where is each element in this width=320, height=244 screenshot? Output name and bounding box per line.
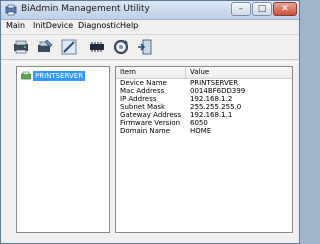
- cell-item: Gateway Address: [120, 111, 182, 119]
- column-header-item[interactable]: Item: [116, 67, 186, 78]
- cell-item: Subnet Mask: [120, 103, 166, 111]
- table-row[interactable]: Gateway Address 192.168.1.1: [116, 111, 292, 119]
- window-title: BiAdmin Management Utility: [21, 4, 150, 14]
- app-window: BiAdmin Management Utility – □ ✕ Main In…: [0, 0, 300, 244]
- menu-bar: Main InitDevice Diagnostic Help: [1, 20, 299, 34]
- device-tree[interactable]: PRINTSERVER: [16, 66, 110, 233]
- column-header-value[interactable]: Value: [186, 67, 292, 78]
- device-info-list[interactable]: Item Value Device Name PRINTSERVER Mac A…: [115, 66, 293, 233]
- tree-item-label: PRINTSERVER: [33, 71, 86, 81]
- cell-value: HOME: [190, 127, 212, 135]
- toolbar: [1, 35, 299, 59]
- table-row[interactable]: Mac Address 0014BF6DD399: [116, 87, 292, 95]
- cell-value: 0014BF6DD399: [190, 87, 246, 95]
- table-row[interactable]: Firmware Version 6050: [116, 119, 292, 127]
- cell-item: Mac Address: [120, 87, 165, 95]
- toolbar-button-configure[interactable]: [35, 37, 55, 57]
- menu-main[interactable]: Main: [6, 21, 25, 30]
- cell-item: Device Name: [120, 79, 167, 87]
- toolbar-divider: [1, 59, 299, 63]
- app-icon: [5, 4, 17, 16]
- cell-item: Firmware Version: [120, 119, 181, 127]
- toolbar-button-edit[interactable]: [59, 37, 79, 57]
- menu-help[interactable]: Help: [120, 21, 138, 30]
- cell-item: IP Address: [120, 95, 157, 103]
- toolbar-button-exit[interactable]: [135, 37, 155, 57]
- refresh-icon: [113, 39, 129, 55]
- title-bar[interactable]: BiAdmin Management Utility – □ ✕: [1, 1, 299, 20]
- cell-value: 192.168.1.1: [190, 111, 233, 119]
- printer-device-icon: [14, 40, 28, 54]
- table-row[interactable]: Device Name PRINTSERVER: [116, 79, 292, 87]
- toolbar-button-refresh[interactable]: [111, 37, 131, 57]
- cell-value: PRINTSERVER: [190, 79, 239, 87]
- maximize-button[interactable]: □: [252, 2, 272, 16]
- minimize-button[interactable]: –: [231, 2, 251, 16]
- printserver-icon: [21, 71, 31, 80]
- configure-icon: [38, 39, 53, 52]
- memory-chip-icon: [90, 42, 104, 52]
- table-row[interactable]: IP Address 192.168.1.2: [116, 95, 292, 103]
- cell-value: 192.168.1.2: [190, 95, 233, 103]
- menu-initdevice[interactable]: InitDevice: [33, 21, 73, 30]
- toolbar-button-search[interactable]: [11, 37, 31, 57]
- menu-diagnostic[interactable]: Diagnostic: [78, 21, 120, 30]
- toolbar-button-memory[interactable]: [87, 37, 107, 57]
- table-row[interactable]: Subnet Mask 255.255.255.0: [116, 103, 292, 111]
- list-header: Item Value: [116, 67, 292, 79]
- exit-icon: [138, 39, 152, 55]
- cell-value: 255.255.255.0: [190, 103, 242, 111]
- edit-icon: [61, 39, 77, 55]
- table-row[interactable]: Domain Name HOME: [116, 127, 292, 135]
- cell-value: 6050: [190, 119, 208, 127]
- close-button[interactable]: ✕: [273, 2, 297, 16]
- cell-item: Domain Name: [120, 127, 171, 135]
